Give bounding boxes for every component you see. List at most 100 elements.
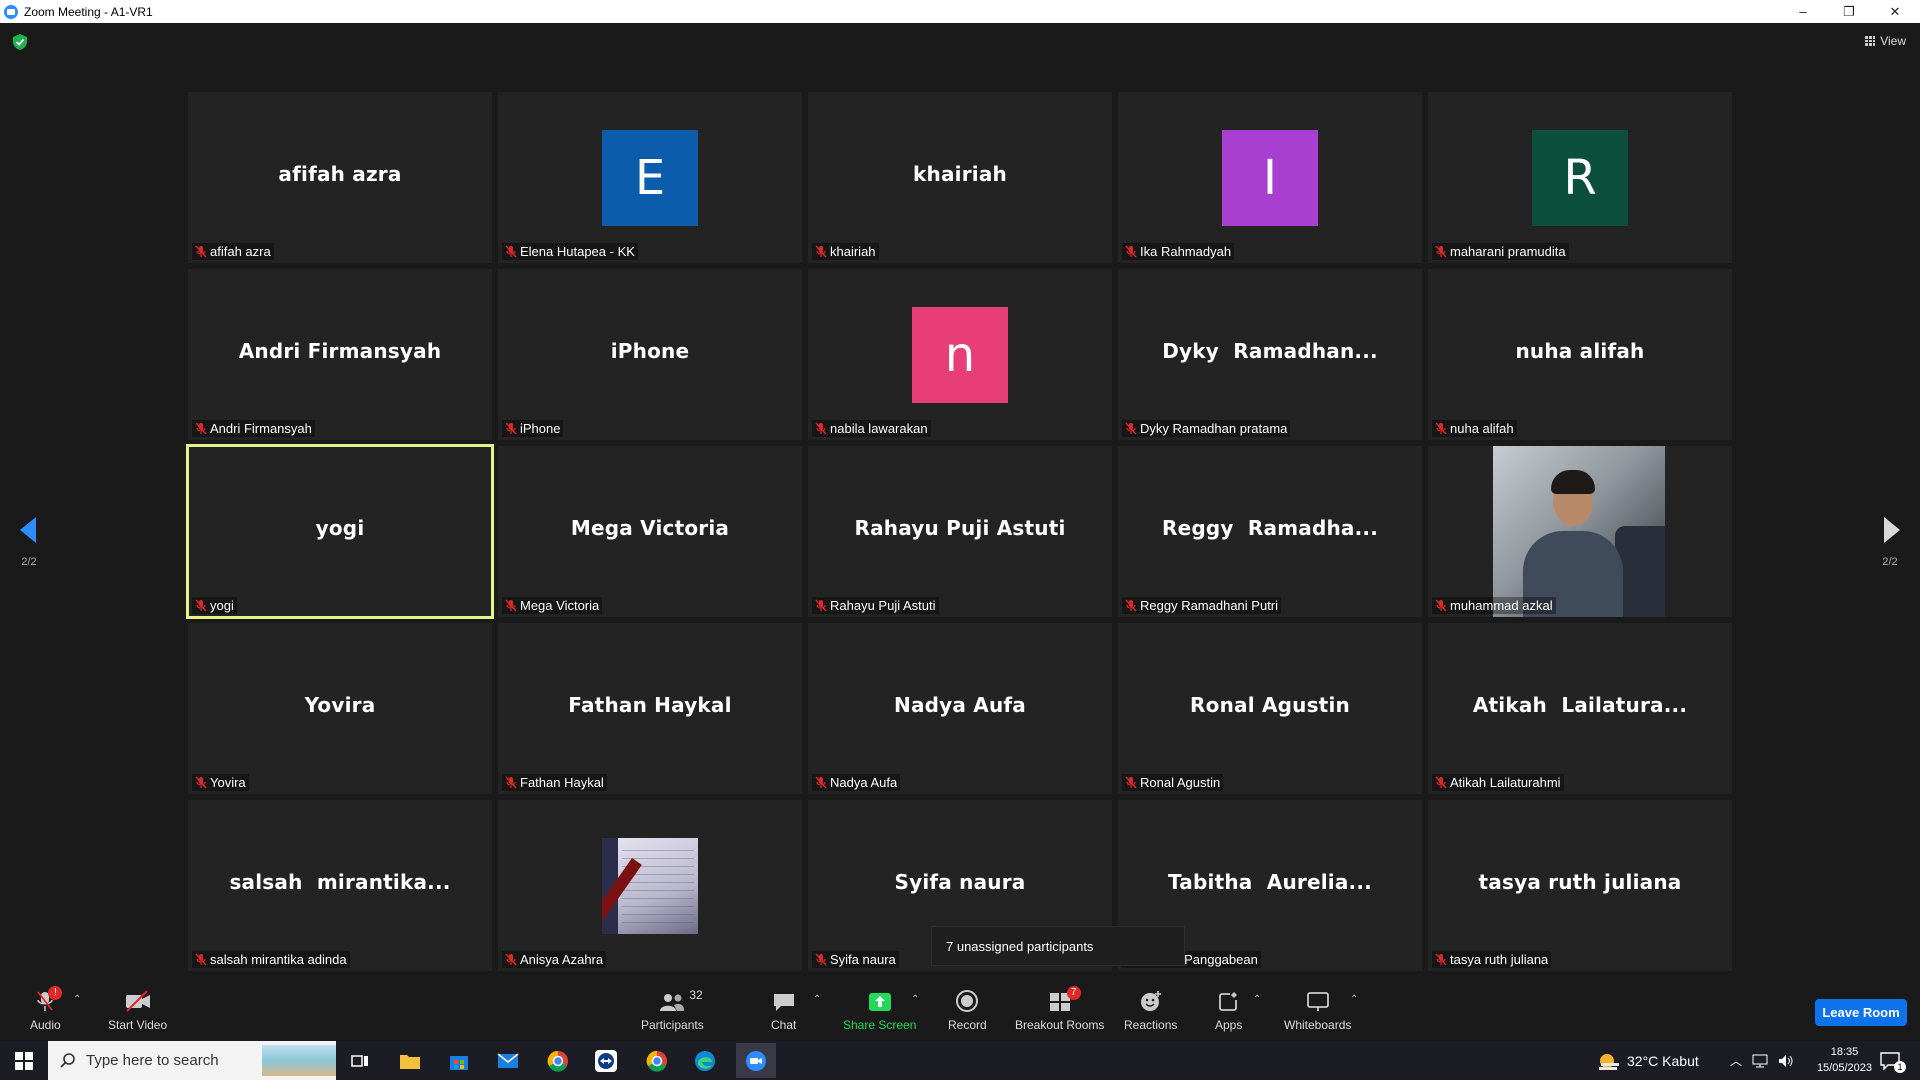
participants-button[interactable]: 32 Participants xyxy=(641,988,704,1032)
participant-name-label: Anisya Azahra xyxy=(502,951,607,968)
participant-tile[interactable]: Nadya Aufa Nadya Aufa xyxy=(808,623,1112,794)
participant-tile[interactable]: n nabila lawarakan xyxy=(808,269,1112,440)
whiteboards-label: Whiteboards xyxy=(1284,1018,1352,1032)
whiteboards-button[interactable]: Whiteboards xyxy=(1284,990,1351,1032)
share-screen-button[interactable]: Share Screen xyxy=(843,990,916,1032)
participant-name: salsah mirantika adinda xyxy=(210,952,347,967)
participant-tile[interactable]: Reggy Ramadha... Reggy Ramadhani Putri xyxy=(1118,446,1422,617)
participant-tile[interactable]: iPhone iPhone xyxy=(498,269,802,440)
participant-avatar: I xyxy=(1222,130,1318,226)
participant-name: nuha alifah xyxy=(1450,421,1514,436)
security-shield-icon[interactable] xyxy=(13,34,27,50)
minimize-button[interactable]: – xyxy=(1780,0,1826,23)
tray-overflow-chevron-icon[interactable]: ︿ xyxy=(1730,1052,1742,1069)
participant-tile[interactable]: salsah mirantika... salsah mirantika adin… xyxy=(188,800,492,971)
participant-name: muhammad azkal xyxy=(1450,598,1553,613)
mail-icon[interactable] xyxy=(492,1045,524,1077)
participant-display-name: tasya ruth juliana xyxy=(1478,870,1682,894)
close-button[interactable]: ✕ xyxy=(1872,0,1918,23)
participant-display-name: Dyky Ramadhan... xyxy=(1162,339,1378,363)
whiteboards-options-caret-icon[interactable]: ⌃ xyxy=(1350,994,1358,1005)
record-button[interactable]: Record xyxy=(948,990,987,1032)
participant-name: maharani pramudita xyxy=(1450,244,1566,259)
participant-tile[interactable]: Dyky Ramadhan... Dyky Ramadhan pratama xyxy=(1118,269,1422,440)
windows-start-button[interactable] xyxy=(0,1041,48,1080)
microsoft-store-icon[interactable] xyxy=(443,1045,475,1077)
participant-tile[interactable]: yogi yogi xyxy=(186,444,494,619)
participant-name: yogi xyxy=(210,598,234,613)
notifications-button[interactable]: 1 xyxy=(1880,1041,1906,1080)
share-options-caret-icon[interactable]: ⌃ xyxy=(911,994,919,1005)
muted-mic-icon xyxy=(1435,953,1447,966)
record-icon xyxy=(956,990,979,1012)
participant-tile[interactable]: Rahayu Puji Astuti Rahayu Puji Astuti xyxy=(808,446,1112,617)
participant-tile[interactable]: khairiah khairiah xyxy=(808,92,1112,263)
chat-options-caret-icon[interactable]: ⌃ xyxy=(813,994,821,1005)
participant-tile[interactable]: Andri Firmansyah Andri Firmansyah xyxy=(188,269,492,440)
taskbar-clock[interactable]: 18:35 15/05/2023 xyxy=(1817,1044,1872,1076)
weather-widget[interactable]: 32°C Kabut xyxy=(1597,1041,1699,1080)
search-highlight-image xyxy=(262,1045,336,1076)
participant-name-label: Ronal Agustin xyxy=(1122,774,1224,791)
participant-tile[interactable]: Fathan Haykal Fathan Haykal xyxy=(498,623,802,794)
participant-display-name: Syifa naura xyxy=(894,870,1026,894)
next-page-arrow-icon[interactable] xyxy=(1882,515,1902,545)
volume-icon[interactable] xyxy=(1778,1054,1794,1068)
participant-tile[interactable]: afifah azra afifah azra xyxy=(188,92,492,263)
muted-mic-icon xyxy=(505,776,517,789)
edge-icon[interactable] xyxy=(689,1045,721,1077)
participant-name-label: Fathan Haykal xyxy=(502,774,607,791)
participant-avatar: R xyxy=(1532,130,1628,226)
participant-tile[interactable]: Yovira Yovira xyxy=(188,623,492,794)
participant-profile-picture xyxy=(602,838,698,934)
participant-tile[interactable]: Anisya Azahra xyxy=(498,800,802,971)
file-explorer-icon[interactable] xyxy=(394,1045,426,1077)
participant-tile[interactable]: Mega Victoria Mega Victoria xyxy=(498,446,802,617)
apps-options-caret-icon[interactable]: ⌃ xyxy=(1253,994,1261,1005)
participants-count: 32 xyxy=(689,988,703,1002)
restore-button[interactable]: ❐ xyxy=(1826,0,1872,23)
participant-tile[interactable]: Ronal Agustin Ronal Agustin xyxy=(1118,623,1422,794)
reactions-button[interactable]: Reactions xyxy=(1124,990,1177,1032)
audio-button[interactable]: ! Audio xyxy=(30,986,63,1032)
participant-tile[interactable]: muhammad azkal xyxy=(1428,446,1732,617)
task-view-icon[interactable] xyxy=(344,1045,376,1077)
teamviewer-icon[interactable] xyxy=(590,1045,622,1077)
view-button[interactable]: View xyxy=(1865,34,1906,48)
network-icon[interactable] xyxy=(1752,1054,1768,1068)
participant-tile[interactable]: Atikah Lailatura... Atikah Lailaturahmi xyxy=(1428,623,1732,794)
grid-view-icon xyxy=(1865,36,1876,46)
participant-name-label: iPhone xyxy=(502,420,564,437)
chat-bubble-icon xyxy=(773,994,794,1011)
audio-options-caret-icon[interactable]: ⌃ xyxy=(73,994,81,1005)
zoom-taskbar-icon[interactable] xyxy=(736,1043,776,1078)
chat-button[interactable]: Chat xyxy=(771,990,796,1032)
weather-sun-icon xyxy=(1599,1053,1619,1070)
participant-tile[interactable]: nuha alifah nuha alifah xyxy=(1428,269,1732,440)
previous-page-arrow-icon[interactable] xyxy=(18,515,38,545)
taskbar-search-box[interactable]: Type here to search xyxy=(48,1041,336,1080)
participant-tile[interactable]: I Ika Rahmadyah xyxy=(1118,92,1422,263)
participant-tile[interactable]: tasya ruth juliana tasya ruth juliana xyxy=(1428,800,1732,971)
participant-name-label: khairiah xyxy=(812,243,879,260)
leave-room-button[interactable]: Leave Room xyxy=(1815,999,1907,1026)
window-title: Zoom Meeting - A1-VR1 xyxy=(24,4,153,19)
system-tray: ︿ xyxy=(1730,1041,1794,1080)
participant-display-name: Yovira xyxy=(304,693,376,717)
breakout-rooms-button[interactable]: 7 Breakout Rooms xyxy=(1015,986,1104,1032)
participant-display-name: nuha alifah xyxy=(1515,339,1645,363)
muted-mic-icon xyxy=(195,599,207,612)
chrome-profile-icon[interactable] xyxy=(641,1045,673,1077)
start-video-button[interactable]: Start Video xyxy=(108,990,167,1032)
participant-name-label: afifah azra xyxy=(192,243,274,260)
window-titlebar: Zoom Meeting - A1-VR1 – ❐ ✕ xyxy=(0,0,1920,23)
reactions-label: Reactions xyxy=(1124,1018,1178,1032)
clock-time: 18:35 xyxy=(1830,1046,1859,1058)
apps-button[interactable]: Apps xyxy=(1215,990,1242,1032)
participant-display-name: yogi xyxy=(315,516,365,540)
participant-name: nabila lawarakan xyxy=(830,421,928,436)
participant-tile[interactable]: E Elena Hutapea - KK xyxy=(498,92,802,263)
muted-mic-icon xyxy=(815,953,827,966)
chrome-icon[interactable] xyxy=(542,1045,574,1077)
participant-tile[interactable]: Rmaharani pramudita xyxy=(1428,92,1732,263)
